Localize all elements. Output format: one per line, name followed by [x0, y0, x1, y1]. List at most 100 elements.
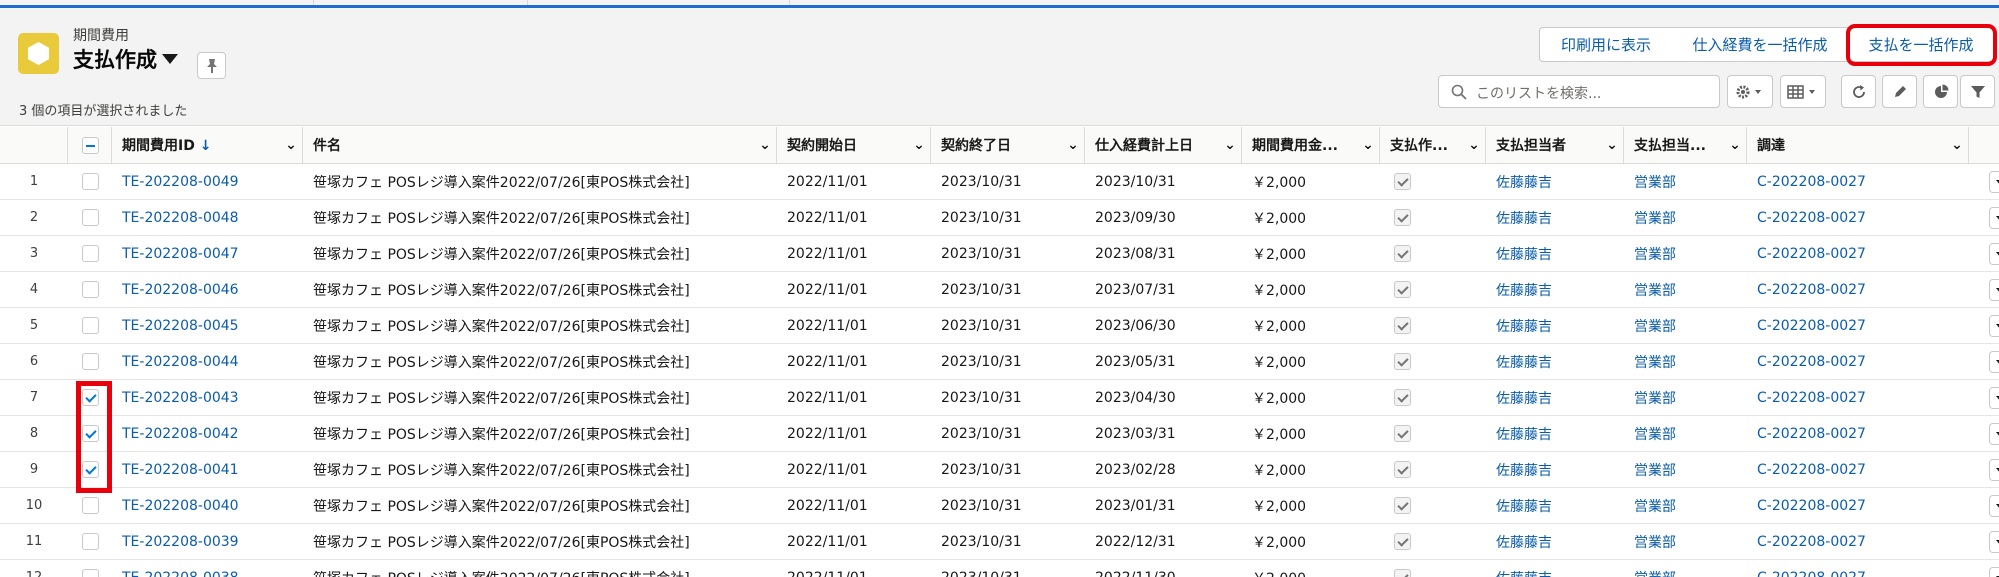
row-checkbox[interactable] — [81, 209, 99, 226]
dept-link[interactable]: 営業部 — [1634, 427, 1676, 443]
row-select-cell[interactable] — [68, 343, 112, 380]
record-id-link[interactable]: TE-202208-0043 — [122, 390, 239, 406]
procurement-link[interactable]: C-202208-0027 — [1757, 210, 1866, 226]
row-actions-chevron-icon[interactable] — [1989, 350, 1999, 373]
select-all-checkbox[interactable] — [82, 136, 99, 154]
list-settings-button[interactable] — [1727, 75, 1773, 108]
row-checkbox[interactable] — [81, 389, 99, 406]
row-checkbox[interactable] — [81, 281, 99, 298]
owner-link[interactable]: 佐藤藤吉 — [1496, 355, 1552, 371]
cell-actions[interactable] — [1969, 523, 1999, 560]
dept-link[interactable]: 営業部 — [1634, 499, 1676, 515]
dept-link[interactable]: 営業部 — [1634, 211, 1676, 227]
cell-procurement[interactable]: C-202208-0027 — [1747, 487, 1969, 524]
cell-actions[interactable] — [1969, 379, 1999, 416]
dept-link[interactable]: 営業部 — [1634, 463, 1676, 479]
row-checkbox[interactable] — [81, 569, 99, 577]
display-as-button[interactable] — [1780, 75, 1826, 108]
record-id-link[interactable]: TE-202208-0039 — [122, 534, 239, 550]
cell-procurement[interactable]: C-202208-0027 — [1747, 271, 1969, 308]
dept-link[interactable]: 営業部 — [1634, 355, 1676, 371]
procurement-link[interactable]: C-202208-0027 — [1757, 282, 1866, 298]
row-actions-chevron-icon[interactable] — [1989, 386, 1999, 409]
row-select-cell[interactable] — [68, 163, 112, 200]
cell-dept[interactable]: 営業部 — [1624, 271, 1747, 308]
bulk-create-payment-button[interactable]: 支払を一括作成 — [1849, 27, 1994, 62]
procurement-link[interactable]: C-202208-0027 — [1757, 174, 1866, 190]
cell-owner[interactable]: 佐藤藤吉 — [1486, 271, 1624, 308]
cell-actions[interactable] — [1969, 235, 1999, 272]
cell-actions[interactable] — [1969, 559, 1999, 577]
table-row[interactable]: 1 TE-202208-0049 笹塚カフェ POSレジ導入案件2022/07/26… — [0, 163, 1999, 200]
cell-dept[interactable]: 営業部 — [1624, 559, 1747, 577]
row-select-cell[interactable] — [68, 451, 112, 488]
record-id-link[interactable]: TE-202208-0045 — [122, 318, 239, 334]
chevron-down-icon[interactable]: ⌄ — [280, 137, 302, 153]
cell-dept[interactable]: 営業部 — [1624, 307, 1747, 344]
cell-owner[interactable]: 佐藤藤吉 — [1486, 487, 1624, 524]
table-row[interactable]: 7 TE-202208-0043 笹塚カフェ POSレジ導入案件2022/07/26… — [0, 379, 1999, 416]
cell-actions[interactable] — [1969, 415, 1999, 452]
cell-procurement[interactable]: C-202208-0027 — [1747, 199, 1969, 236]
record-id-link[interactable]: TE-202208-0044 — [122, 354, 239, 370]
chevron-down-icon[interactable]: ⌄ — [1946, 137, 1968, 153]
cell-id[interactable]: TE-202208-0039 — [112, 523, 303, 560]
cell-id[interactable]: TE-202208-0043 — [112, 379, 303, 416]
row-actions-chevron-icon[interactable] — [1989, 314, 1999, 337]
column-header-proc[interactable]: 調達 ⌄ — [1747, 127, 1969, 164]
record-id-link[interactable]: TE-202208-0038 — [122, 570, 239, 577]
column-header-id[interactable]: 期間費用ID ↓ ⌄ — [112, 127, 303, 164]
list-search-input[interactable]: このリストを検索... — [1438, 75, 1720, 108]
procurement-link[interactable]: C-202208-0027 — [1757, 426, 1866, 442]
owner-link[interactable]: 佐藤藤吉 — [1496, 571, 1552, 577]
row-actions-chevron-icon[interactable] — [1989, 458, 1999, 481]
chevron-down-icon[interactable]: ⌄ — [1724, 137, 1746, 153]
chevron-down-icon[interactable]: ⌄ — [1463, 137, 1485, 153]
cell-procurement[interactable]: C-202208-0027 — [1747, 415, 1969, 452]
cell-id[interactable]: TE-202208-0045 — [112, 307, 303, 344]
row-actions-chevron-icon[interactable] — [1989, 242, 1999, 265]
dept-link[interactable]: 営業部 — [1634, 247, 1676, 263]
table-row[interactable]: 11 TE-202208-0039 笹塚カフェ POSレジ導入案件2022/07/2… — [0, 523, 1999, 560]
record-id-link[interactable]: TE-202208-0049 — [122, 174, 239, 190]
row-select-cell[interactable] — [68, 235, 112, 272]
cell-actions[interactable] — [1969, 307, 1999, 344]
owner-link[interactable]: 佐藤藤吉 — [1496, 499, 1552, 515]
procurement-link[interactable]: C-202208-0027 — [1757, 570, 1866, 577]
cell-actions[interactable] — [1969, 199, 1999, 236]
column-header-paid[interactable]: 支払作... ⌄ — [1380, 127, 1486, 164]
cell-owner[interactable]: 佐藤藤吉 — [1486, 415, 1624, 452]
dept-link[interactable]: 営業部 — [1634, 283, 1676, 299]
cell-owner[interactable]: 佐藤藤吉 — [1486, 199, 1624, 236]
cell-procurement[interactable]: C-202208-0027 — [1747, 163, 1969, 200]
dept-link[interactable]: 営業部 — [1634, 175, 1676, 191]
cell-owner[interactable]: 佐藤藤吉 — [1486, 559, 1624, 577]
cell-owner[interactable]: 佐藤藤吉 — [1486, 451, 1624, 488]
cell-actions[interactable] — [1969, 343, 1999, 380]
column-header-start[interactable]: 契約開始日 ⌄ — [777, 127, 931, 164]
bulk-create-expense-button[interactable]: 仕入経費を一括作成 — [1672, 27, 1849, 62]
table-row[interactable]: 2 TE-202208-0048 笹塚カフェ POSレジ導入案件2022/07/26… — [0, 199, 1999, 236]
row-select-cell[interactable] — [68, 415, 112, 452]
record-id-link[interactable]: TE-202208-0046 — [122, 282, 239, 298]
table-row[interactable]: 3 TE-202208-0047 笹塚カフェ POSレジ導入案件2022/07/26… — [0, 235, 1999, 272]
row-checkbox[interactable] — [81, 353, 99, 370]
row-select-cell[interactable] — [68, 271, 112, 308]
table-row[interactable]: 6 TE-202208-0044 笹塚カフェ POSレジ導入案件2022/07/26… — [0, 343, 1999, 380]
dept-link[interactable]: 営業部 — [1634, 535, 1676, 551]
owner-link[interactable]: 佐藤藤吉 — [1496, 175, 1552, 191]
table-row[interactable]: 5 TE-202208-0045 笹塚カフェ POSレジ導入案件2022/07/26… — [0, 307, 1999, 344]
cell-owner[interactable]: 佐藤藤吉 — [1486, 307, 1624, 344]
procurement-link[interactable]: C-202208-0027 — [1757, 390, 1866, 406]
chevron-down-icon[interactable]: ⌄ — [1219, 137, 1241, 153]
cell-procurement[interactable]: C-202208-0027 — [1747, 307, 1969, 344]
procurement-link[interactable]: C-202208-0027 — [1757, 354, 1866, 370]
row-select-cell[interactable] — [68, 307, 112, 344]
list-view-switcher-chevron-icon[interactable] — [162, 54, 178, 64]
cell-dept[interactable]: 営業部 — [1624, 199, 1747, 236]
cell-actions[interactable] — [1969, 163, 1999, 200]
cell-id[interactable]: TE-202208-0049 — [112, 163, 303, 200]
cell-owner[interactable]: 佐藤藤吉 — [1486, 523, 1624, 560]
cell-owner[interactable]: 佐藤藤吉 — [1486, 343, 1624, 380]
chevron-down-icon[interactable]: ⌄ — [1601, 137, 1623, 153]
